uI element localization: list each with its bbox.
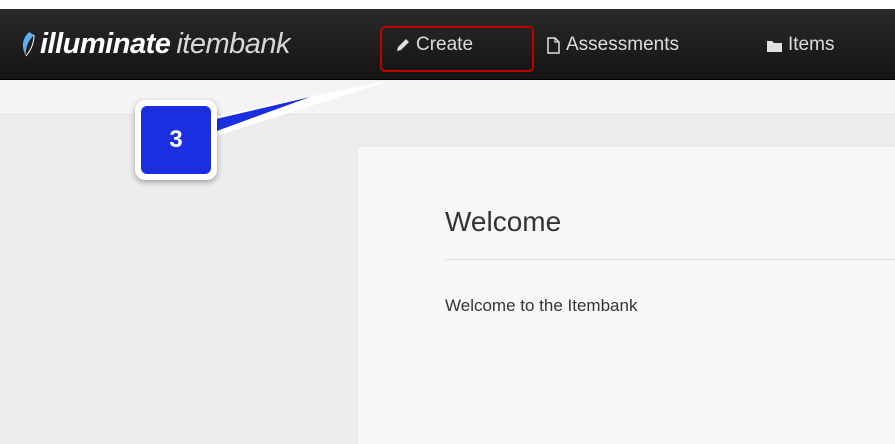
step-number-badge: 3 (141, 106, 211, 174)
callout-pointer (205, 80, 392, 138)
step-callout: 3 (135, 100, 217, 180)
